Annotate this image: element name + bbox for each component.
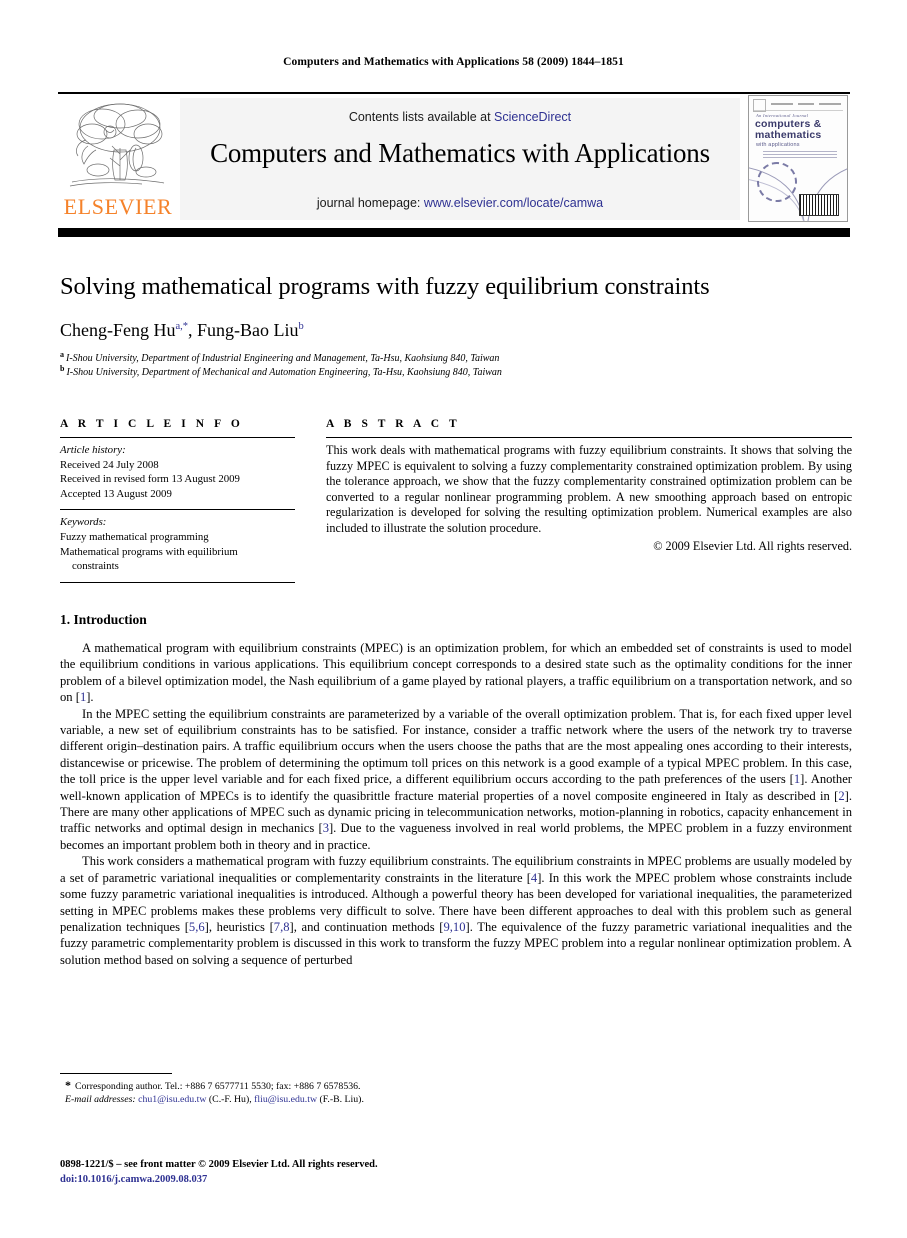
- elsevier-tree-icon: [68, 98, 168, 191]
- history-item: Accepted 13 August 2009: [60, 487, 172, 500]
- author-separator: ,: [188, 320, 198, 340]
- corresponding-author-note: * Corresponding author. Tel.: +886 7 6577…: [60, 1078, 620, 1093]
- article-info-mid-rule: [60, 509, 295, 511]
- masthead-black-band: [58, 228, 850, 237]
- cover-barcode-icon: [799, 194, 839, 216]
- keywords-block: Keywords: Fuzzy mathematical programming…: [60, 515, 295, 573]
- elsevier-wordmark: ELSEVIER: [63, 194, 173, 219]
- abstract-heading: A B S T R A C T: [326, 418, 461, 430]
- author-name: Cheng-Feng Hu: [60, 320, 176, 340]
- article-info-column: A R T I C L E I N F O Article history: R…: [60, 418, 295, 588]
- title-block: Solving mathematical programs with fuzzy…: [60, 272, 850, 380]
- email-person: (C.-F. Hu): [208, 1094, 250, 1106]
- email-link[interactable]: chu1@isu.edu.tw: [138, 1094, 206, 1105]
- body-paragraph: A mathematical program with equilibrium …: [60, 640, 852, 706]
- email-terminator: .: [361, 1094, 364, 1106]
- paper-page: Computers and Mathematics with Applicati…: [0, 0, 907, 1238]
- history-item: Received in revised form 13 August 2009: [60, 473, 240, 486]
- paragraph-text: ], heuristics [: [204, 919, 274, 934]
- paragraph-text: In the MPEC setting the equilibrium cons…: [60, 706, 852, 787]
- journal-cover-thumbnail[interactable]: An International Journal computers & mat…: [748, 95, 848, 222]
- keyword-item: Mathematical programs with equilibrium: [60, 545, 238, 558]
- abstract-copyright: © 2009 Elsevier Ltd. All rights reserved…: [653, 538, 852, 553]
- contents-prefix-text: Contents lists available at: [348, 110, 495, 124]
- article-history-label: Article history:: [60, 444, 126, 456]
- keyword-item: Fuzzy mathematical programming: [60, 530, 209, 543]
- email-separator: ,: [249, 1094, 252, 1106]
- introduction-section: 1. Introduction A mathematical program w…: [60, 612, 852, 968]
- journal-homepage-line: journal homepage: www.elsevier.com/locat…: [180, 196, 740, 210]
- article-info-top-rule: [60, 437, 295, 438]
- paragraph-text: ].: [86, 690, 94, 705]
- article-info-heading: A R T I C L E I N F O: [60, 418, 244, 430]
- article-history-block: Article history: Received 24 July 2008 R…: [60, 443, 295, 501]
- abstract-text: This work deals with mathematical progra…: [326, 443, 852, 535]
- keywords-label: Keywords:: [60, 516, 107, 529]
- doi-link[interactable]: doi:10.1016/j.camwa.2009.08.037: [60, 1173, 760, 1188]
- article-info-bottom-rule: [60, 581, 295, 583]
- email-label: E-mail addresses:: [65, 1094, 136, 1106]
- footnote-star-marker: *: [65, 1078, 71, 1092]
- masthead-top-rule: [58, 92, 850, 94]
- footnote-block: * Corresponding author. Tel.: +886 7 6577…: [60, 1073, 620, 1107]
- footnote-rule: [60, 1073, 172, 1074]
- cover-meta-tick-icon: [819, 103, 841, 105]
- author-affiliation-mark[interactable]: b: [299, 321, 304, 332]
- masthead-center-band: Contents lists available at ScienceDirec…: [180, 98, 740, 220]
- cover-issn-box-icon: [753, 99, 766, 112]
- body-paragraph: In the MPEC setting the equilibrium cons…: [60, 706, 852, 854]
- history-item: Received 24 July 2008: [60, 458, 159, 471]
- homepage-prefix-text: journal homepage:: [316, 196, 424, 210]
- cover-meta-tick-icon: [798, 103, 814, 105]
- keyword-item-continuation: constraints: [72, 560, 119, 573]
- journal-homepage-link[interactable]: www.elsevier.com/locate/camwa: [424, 196, 603, 210]
- paragraph-text: A mathematical program with equilibrium …: [60, 641, 852, 705]
- author-affiliation-mark[interactable]: a,*: [176, 321, 189, 332]
- elsevier-logo: ELSEVIER: [62, 98, 174, 222]
- cover-meta-tick-icon: [771, 103, 793, 105]
- corresponding-author-text: Corresponding author. Tel.: +886 7 65777…: [75, 1081, 361, 1092]
- journal-title: Computers and Mathematics with Applicati…: [210, 138, 710, 168]
- sciencedirect-link[interactable]: ScienceDirect: [494, 110, 571, 124]
- affiliation-item: a I-Shou University, Department of Indust…: [60, 350, 850, 366]
- author-name: Fung-Bao Liu: [197, 320, 299, 340]
- cover-subtitle-text: with applications: [756, 142, 800, 148]
- email-link[interactable]: fliu@isu.edu.tw: [254, 1094, 317, 1105]
- affiliation-item: b I-Shou University, Department of Mechan…: [60, 364, 850, 380]
- affiliation-list: a I-Shou University, Department of Indust…: [60, 350, 850, 380]
- front-matter-line: 0898-1221/$ – see front matter © 2009 El…: [60, 1159, 378, 1170]
- cover-title-line-1: computers &: [755, 118, 822, 130]
- paragraph-text: ], and continuation methods [: [289, 919, 444, 934]
- journal-masthead: ELSEVIER Contents lists available at Sci…: [58, 92, 850, 223]
- citation-link[interactable]: 5,6: [189, 920, 205, 934]
- cover-header-bar: [753, 99, 843, 112]
- abstract-top-rule: [326, 437, 852, 438]
- cover-title-line-2: mathematics: [755, 128, 822, 141]
- affiliation-text: I-Shou University, Department of Industr…: [66, 353, 500, 364]
- citation-link[interactable]: 9,10: [443, 920, 465, 934]
- section-heading: 1. Introduction: [60, 612, 147, 627]
- citation-link[interactable]: 7,8: [274, 920, 290, 934]
- email-note: E-mail addresses: chu1@isu.edu.tw (C.-F.…: [60, 1093, 620, 1106]
- paragraph-container: A mathematical program with equilibrium …: [60, 640, 852, 968]
- email-person: (F.-B. Liu): [319, 1094, 362, 1106]
- cover-title-text: computers & mathematics: [755, 119, 821, 140]
- author-list: Cheng-Feng Hua,*, Fung-Bao Liub: [60, 319, 850, 341]
- contents-available-line: Contents lists available at ScienceDirec…: [180, 110, 740, 124]
- imprint-block: 0898-1221/$ – see front matter © 2009 El…: [60, 1158, 760, 1187]
- page-title: Solving mathematical programs with fuzzy…: [60, 273, 710, 300]
- running-head: Computers and Mathematics with Applicati…: [283, 56, 624, 68]
- body-paragraph: This work considers a mathematical progr…: [60, 853, 852, 968]
- abstract-column: A B S T R A C T This work deals with mat…: [326, 418, 852, 554]
- tree-drawing-icon: [69, 103, 165, 187]
- affiliation-text: I-Shou University, Department of Mechani…: [66, 367, 502, 378]
